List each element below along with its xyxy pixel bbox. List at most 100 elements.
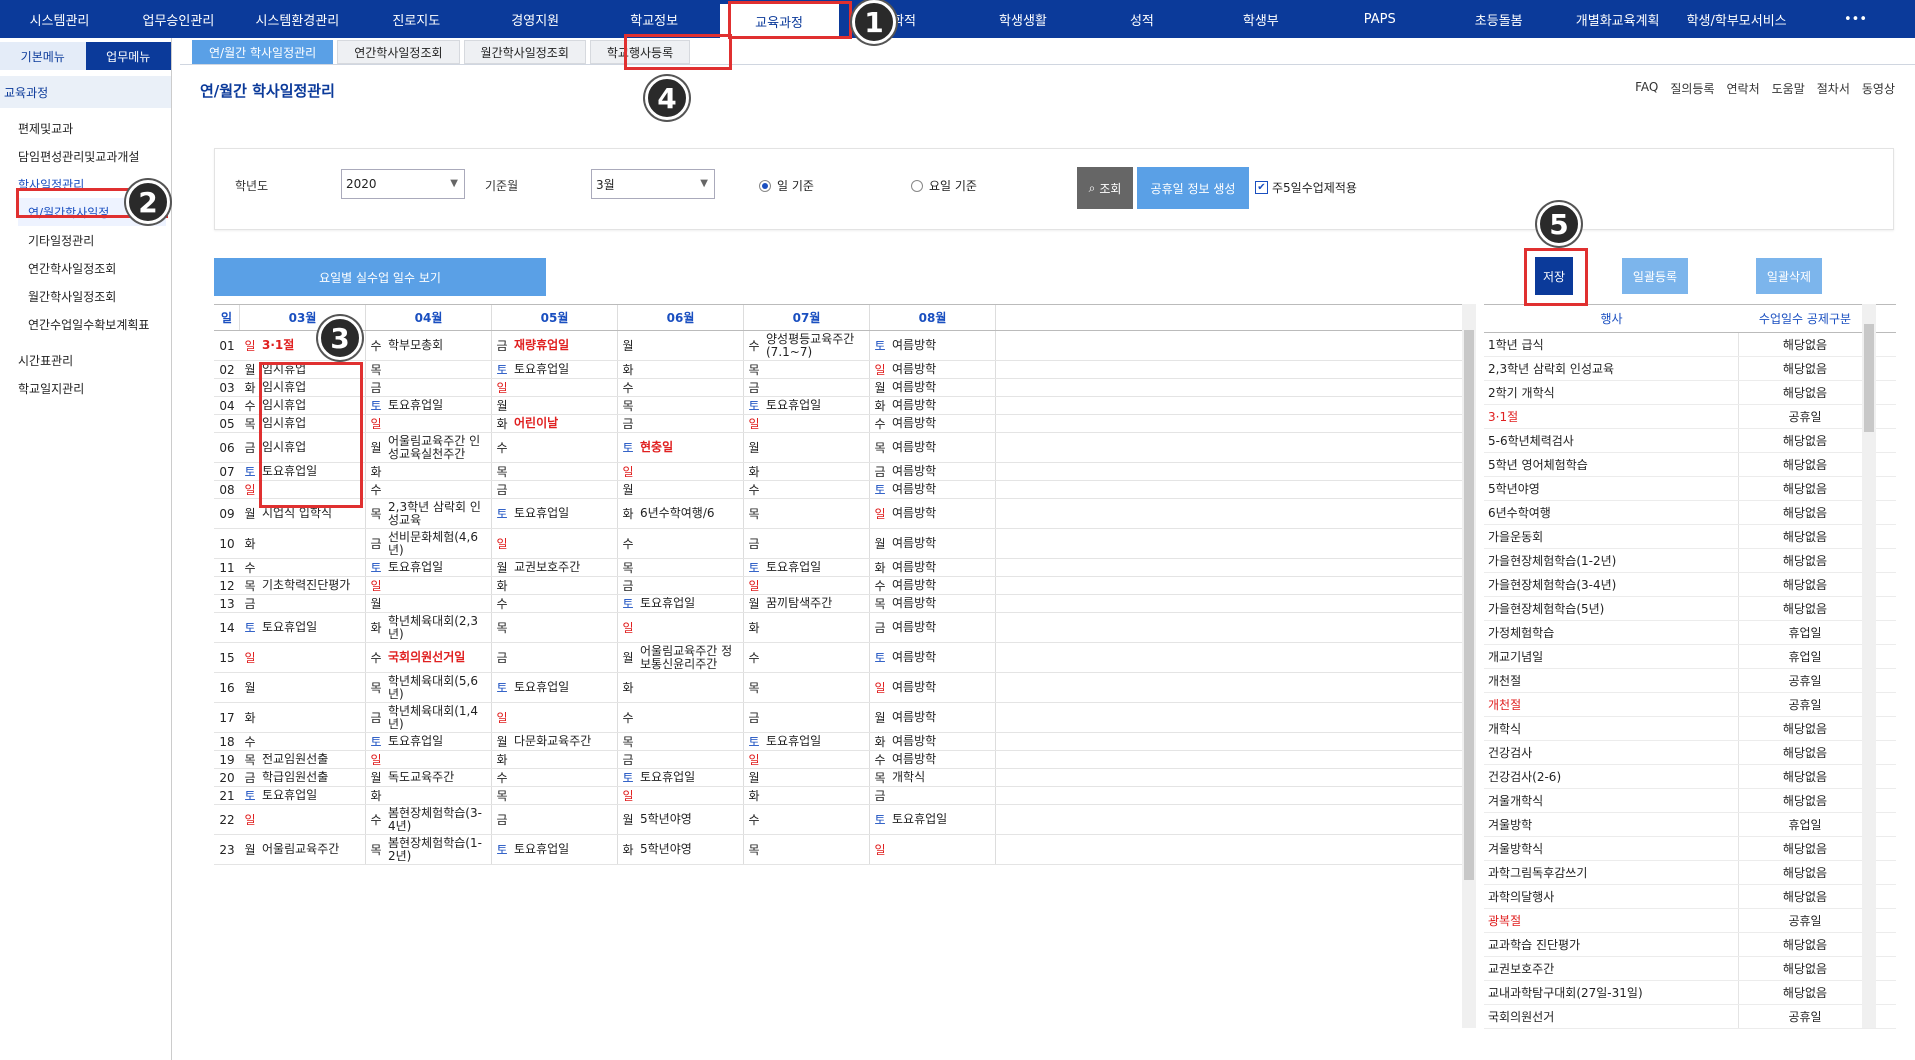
sidebar-item[interactable]: 월간학사일정조회 [0, 282, 171, 310]
calendar-cell[interactable]: 수 양성평등교육주간(7.1~7) [744, 331, 870, 360]
topnav-item[interactable]: 학교정보 [595, 0, 714, 38]
event-row[interactable]: 건강검사(2-6) 해당없음 [1484, 765, 1896, 789]
calendar-cell[interactable]: 월 여름방학 [870, 703, 996, 732]
calendar-cell[interactable]: 토 현충일 [618, 433, 744, 462]
calendar-cell[interactable]: 월 독도교육주간 [366, 769, 492, 786]
calendar-cell[interactable]: 화 [744, 787, 870, 804]
topnav-item[interactable]: 학생/학부모서비스 [1677, 0, 1796, 38]
help-link[interactable]: FAQ [1635, 80, 1658, 97]
calendar-cell[interactable]: 수 여름방학 [870, 415, 996, 432]
calendar-cell[interactable]: 화 [492, 577, 618, 594]
calendar-cell[interactable]: 목 2,3학년 삼락회 인성교육 [366, 499, 492, 528]
topnav-item[interactable]: 초등돌봄 [1439, 0, 1558, 38]
calendar-cell[interactable]: 토 토요휴업일 [492, 361, 618, 378]
help-link[interactable]: 연락처 [1727, 80, 1760, 97]
calendar-cell[interactable]: 수 [744, 481, 870, 498]
five-day-checkbox[interactable]: ✔ 주5일수업제적용 [1255, 179, 1357, 196]
calendar-cell[interactable]: 토 토요휴업일 [492, 835, 618, 864]
calendar-cell[interactable]: 목 [744, 499, 870, 528]
topnav-item[interactable]: 성적 [1082, 0, 1201, 38]
event-row[interactable]: 개천절 공휴일 [1484, 669, 1896, 693]
sidebar-item[interactable]: 편제및교과 [0, 114, 171, 142]
calendar-cell[interactable]: 수 봄현장체험학습(3-4년) [366, 805, 492, 834]
calendar-cell[interactable]: 수 [618, 703, 744, 732]
calendar-cell[interactable]: 월 [240, 673, 366, 702]
calendar-cell[interactable]: 수 [492, 595, 618, 612]
calendar-cell[interactable]: 화 [492, 751, 618, 768]
calendar-cell[interactable]: 화 여름방학 [870, 397, 996, 414]
calendar-cell[interactable]: 금 여름방학 [870, 613, 996, 642]
event-row[interactable]: 개교기념일 휴업일 [1484, 645, 1896, 669]
calendar-cell[interactable]: 토 여름방학 [870, 643, 996, 672]
event-row[interactable]: 2,3학년 삼락회 인성교육 해당없음 [1484, 357, 1896, 381]
calendar-cell[interactable]: 토 토요휴업일 [618, 595, 744, 612]
calendar-cell[interactable]: 수 [366, 481, 492, 498]
calendar-cell[interactable]: 토 토요휴업일 [744, 733, 870, 750]
calendar-cell[interactable]: 금 [240, 595, 366, 612]
calendar-cell[interactable]: 월 여름방학 [870, 379, 996, 396]
search-button[interactable]: ⌕ 조회 [1077, 167, 1133, 209]
calendar-cell[interactable]: 금 선비문화체험(4,6년) [366, 529, 492, 558]
help-link[interactable]: 도움말 [1772, 80, 1805, 97]
sidebar-item[interactable]: 기타일정관리 [0, 226, 171, 254]
calendar-cell[interactable]: 수 [492, 433, 618, 462]
calendar-cell[interactable]: 화 [240, 529, 366, 558]
event-row[interactable]: 교과학습 진단평가 해당없음 [1484, 933, 1896, 957]
calendar-cell[interactable]: 화 [744, 613, 870, 642]
calendar-cell[interactable]: 수 [744, 643, 870, 672]
radio-weekday-basis[interactable]: 요일 기준 [911, 177, 977, 194]
topnav-item[interactable]: 경영지원 [476, 0, 595, 38]
calendar-cell[interactable]: 금 학급임원선출 [240, 769, 366, 786]
calendar-cell[interactable]: 목 개학식 [870, 769, 996, 786]
calendar-cell[interactable]: 목 [744, 361, 870, 378]
event-row[interactable]: 과학그림독후감쓰기 해당없음 [1484, 861, 1896, 885]
calendar-cell[interactable]: 월 [618, 481, 744, 498]
calendar-cell[interactable]: 수 [240, 559, 366, 576]
calendar-cell[interactable]: 토 토요휴업일 [366, 559, 492, 576]
calendar-cell[interactable]: 목 기초학력진단평가 [240, 577, 366, 594]
bulk-register-button[interactable]: 일괄등록 [1622, 258, 1688, 294]
calendar-cell[interactable]: 일 [492, 703, 618, 732]
calendar-cell[interactable]: 월 여름방학 [870, 529, 996, 558]
calendar-cell[interactable]: 목 여름방학 [870, 433, 996, 462]
event-row[interactable]: 광복절 공휴일 [1484, 909, 1896, 933]
sub-tab[interactable]: 연간학사일정조회 [337, 40, 460, 64]
calendar-cell[interactable]: 월 5학년야영 [618, 805, 744, 834]
calendar-cell[interactable]: 화 학년체육대회(2,3년) [366, 613, 492, 642]
calendar-cell[interactable]: 목 [492, 787, 618, 804]
topnav-item[interactable]: 학생부 [1201, 0, 1320, 38]
calendar-cell[interactable]: 목 [744, 835, 870, 864]
event-row[interactable]: 개학식 해당없음 [1484, 717, 1896, 741]
help-link[interactable]: 동영상 [1862, 80, 1895, 97]
calendar-cell[interactable]: 목 [618, 559, 744, 576]
calendar-cell[interactable]: 금 [744, 703, 870, 732]
calendar-cell[interactable]: 수 [240, 733, 366, 750]
calendar-cell[interactable]: 금 [492, 643, 618, 672]
calendar-cell[interactable]: 목 봄현장체험학습(1-2년) [366, 835, 492, 864]
calendar-cell[interactable]: 목 [744, 673, 870, 702]
event-row[interactable]: 가정체험학습 휴업일 [1484, 621, 1896, 645]
calendar-cell[interactable]: 토 토요휴업일 [240, 787, 366, 804]
topnav-item[interactable]: 시스템환경관리 [238, 0, 357, 38]
calendar-cell[interactable]: 목 학년체육대회(5,6년) [366, 673, 492, 702]
sub-tab[interactable]: 월간학사일정조회 [463, 40, 586, 64]
calendar-cell[interactable]: 목 [366, 361, 492, 378]
month-select[interactable]: 3월 ▼ [591, 169, 715, 199]
calendar-cell[interactable]: 금 [618, 415, 744, 432]
calendar-cell[interactable]: 일 [618, 463, 744, 480]
event-row[interactable]: 2학기 개학식 해당없음 [1484, 381, 1896, 405]
sidebar-item[interactable]: 시간표관리 [0, 346, 171, 374]
sidebar-item[interactable]: 연간수업일수확보계획표 [0, 310, 171, 338]
sub-tab[interactable]: 연/월간 학사일정관리 [192, 40, 334, 64]
calendar-cell[interactable]: 월 다문화교육주간 [492, 733, 618, 750]
calendar-cell[interactable]: 금 [618, 751, 744, 768]
calendar-cell[interactable]: 토 토요휴업일 [870, 805, 996, 834]
view-weekday-days-button[interactable]: 요일별 실수업 일수 보기 [214, 258, 546, 296]
event-row[interactable]: 국회의원선거 공휴일 [1484, 1005, 1896, 1029]
calendar-cell[interactable]: 금 [744, 379, 870, 396]
calendar-cell[interactable]: 일 [870, 835, 996, 864]
calendar-cell[interactable]: 화 [240, 703, 366, 732]
calendar-cell[interactable]: 토 토요휴업일 [492, 499, 618, 528]
calendar-cell[interactable]: 일 여름방학 [870, 673, 996, 702]
calendar-scroll-thumb[interactable] [1464, 330, 1474, 880]
